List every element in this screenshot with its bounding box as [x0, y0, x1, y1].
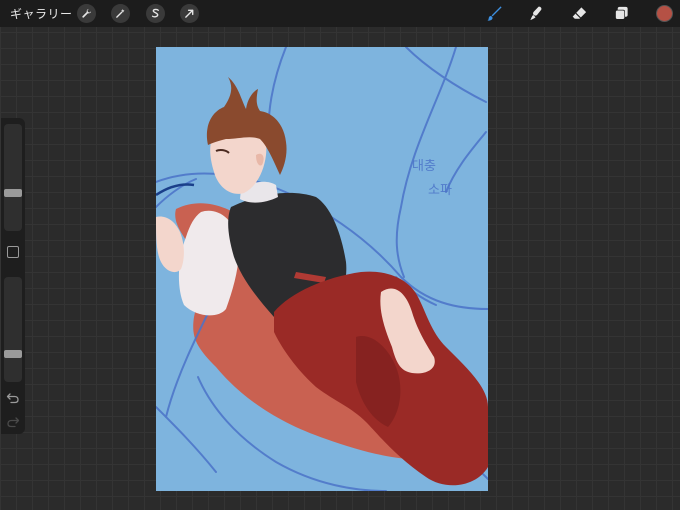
redo-arrow-icon — [7, 417, 20, 428]
modify-button[interactable] — [7, 246, 19, 258]
brush-icon — [487, 6, 502, 21]
opacity-slider[interactable] — [4, 277, 22, 382]
arrow-cursor-icon — [185, 9, 194, 18]
handwritten-note-line-2: 소파 — [428, 183, 452, 198]
smudge-icon — [530, 6, 542, 21]
smudge-tool-button[interactable] — [526, 3, 547, 24]
gallery-button[interactable]: ギャラリー — [10, 5, 73, 22]
wrench-icon — [82, 8, 92, 18]
sidebar — [1, 118, 25, 434]
layers-button[interactable] — [611, 3, 632, 24]
actions-button[interactable] — [77, 4, 96, 23]
handwritten-note-line-1: 대충 — [412, 159, 436, 174]
eraser-icon — [572, 7, 587, 19]
selection-s-icon — [151, 8, 159, 18]
brush-tool-button[interactable] — [484, 3, 505, 24]
opacity-slider-thumb[interactable] — [4, 350, 22, 358]
drawing-canvas[interactable]: 대충 소파 — [156, 47, 488, 491]
selection-button[interactable] — [146, 4, 165, 23]
brush-size-slider-thumb[interactable] — [4, 189, 22, 197]
layers-icon — [615, 6, 628, 20]
top-toolbar: ギャラリー — [0, 0, 680, 27]
undo-button[interactable] — [6, 390, 20, 404]
adjustments-button[interactable] — [111, 4, 130, 23]
color-picker-button[interactable] — [656, 5, 673, 22]
undo-arrow-icon — [6, 393, 19, 404]
transform-button[interactable] — [180, 4, 199, 23]
brush-size-slider[interactable] — [4, 124, 22, 231]
redo-button[interactable] — [6, 414, 20, 428]
eraser-tool-button[interactable] — [569, 3, 590, 24]
artwork — [156, 47, 488, 491]
magic-wand-icon — [116, 8, 125, 18]
